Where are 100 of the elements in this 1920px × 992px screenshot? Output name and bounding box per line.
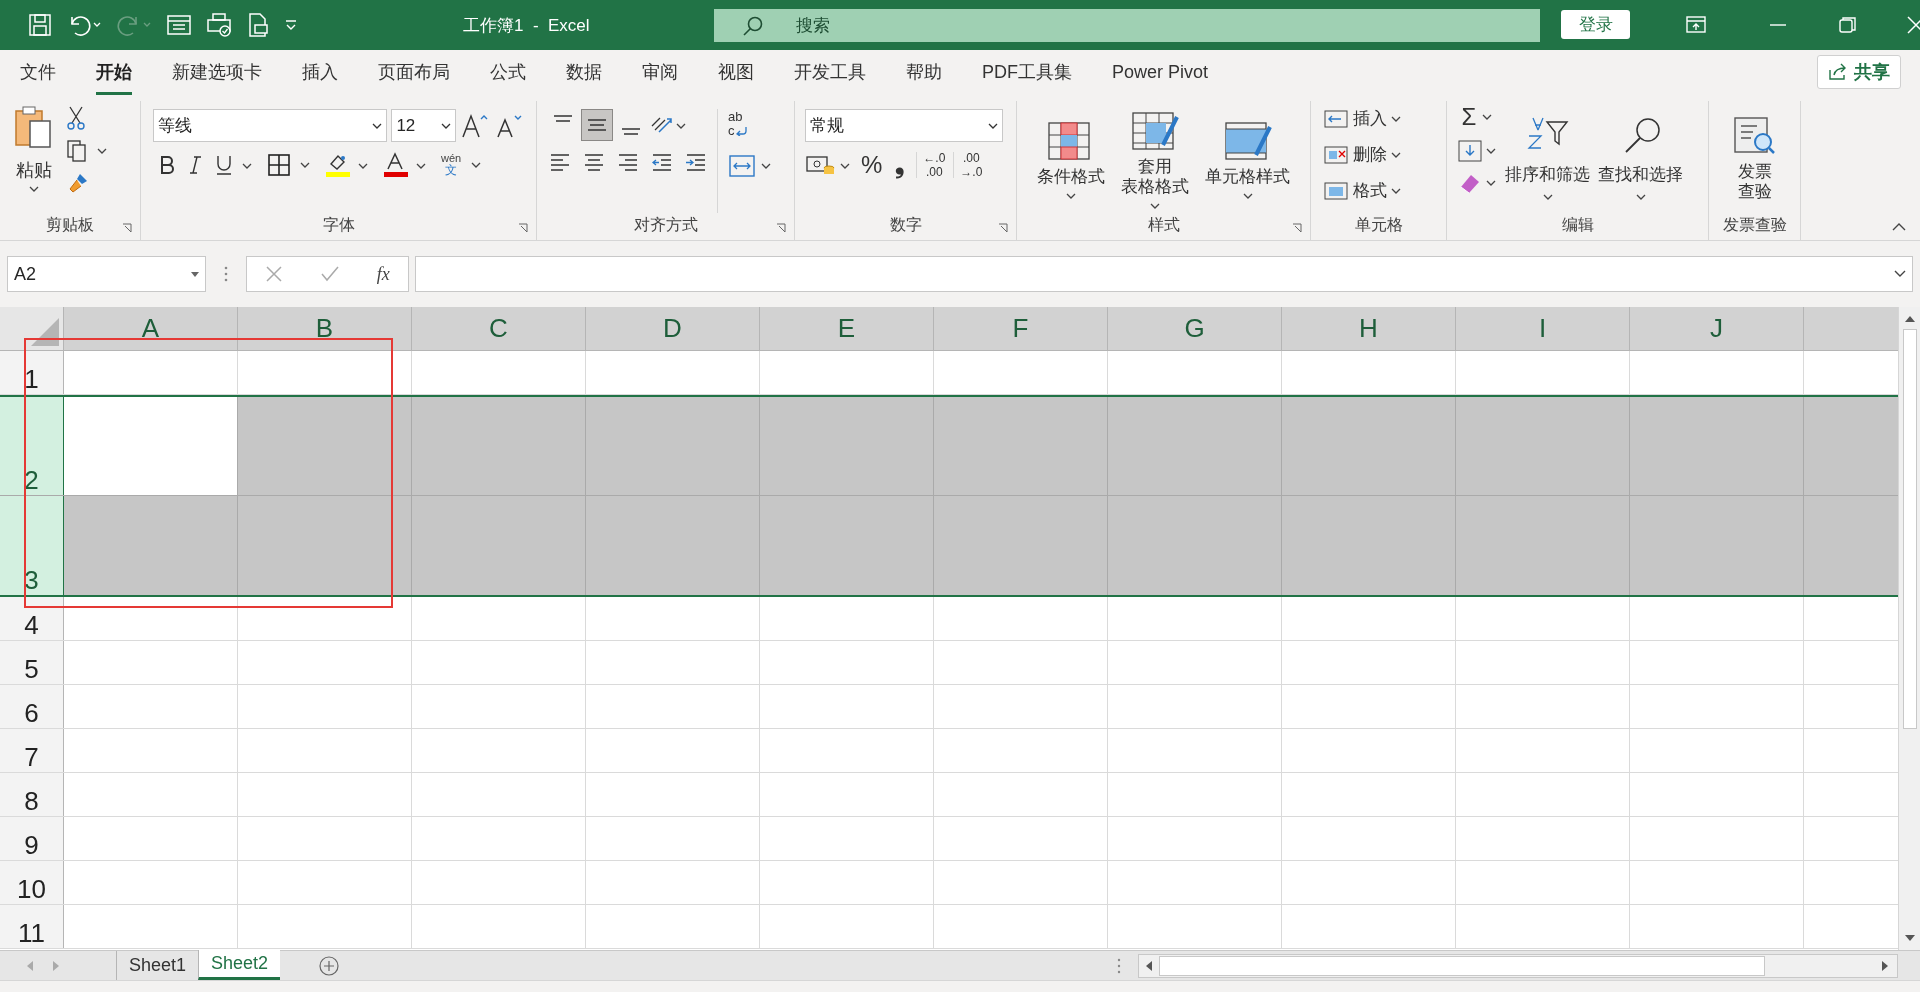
ribbon-tab[interactable]: PDF工具集 bbox=[982, 50, 1072, 95]
ribbon-tab[interactable]: Power Pivot bbox=[1112, 50, 1209, 95]
styles-button[interactable]: 条件格式 bbox=[1037, 107, 1105, 213]
cell[interactable] bbox=[1804, 496, 1898, 595]
increase-indent-icon[interactable] bbox=[685, 151, 707, 173]
document-icon[interactable] bbox=[246, 12, 270, 38]
cell[interactable] bbox=[934, 496, 1108, 595]
phonetic-guide-button[interactable]: wén 文 bbox=[441, 152, 482, 178]
column-header[interactable]: C bbox=[412, 307, 586, 350]
ribbon-tab[interactable]: 新建选项卡 bbox=[172, 50, 262, 95]
increase-decimal-button[interactable]: ←.0 .00 bbox=[916, 152, 946, 178]
dialog-launcher-icon[interactable] bbox=[998, 223, 1008, 233]
dialog-launcher-icon[interactable] bbox=[776, 223, 786, 233]
row-header[interactable]: 11 bbox=[0, 905, 64, 948]
cell[interactable] bbox=[586, 397, 760, 495]
font-name-field[interactable]: 等线 bbox=[153, 109, 388, 142]
vertical-align-button[interactable] bbox=[581, 109, 613, 141]
cell[interactable] bbox=[412, 397, 586, 495]
dialog-launcher-icon[interactable] bbox=[122, 223, 132, 233]
column-header[interactable]: B bbox=[238, 307, 412, 350]
dropdown-icon[interactable] bbox=[284, 19, 298, 31]
paste-button[interactable]: 粘贴 bbox=[8, 101, 60, 192]
align-center-icon[interactable] bbox=[583, 151, 605, 173]
formula-input[interactable] bbox=[415, 256, 1913, 292]
dialog-launcher-icon[interactable] bbox=[1292, 223, 1302, 233]
ribbon-tab[interactable]: 视图 bbox=[718, 50, 754, 95]
cells-button[interactable]: 格式 bbox=[1323, 175, 1434, 207]
dialog-launcher-icon[interactable] bbox=[518, 223, 528, 233]
scroll-left-icon[interactable] bbox=[1145, 960, 1153, 971]
ribbon-tab[interactable]: 插入 bbox=[302, 50, 338, 95]
number-format-field[interactable]: 常规 bbox=[805, 109, 1003, 142]
scroll-down-icon[interactable] bbox=[1904, 934, 1915, 942]
vertical-scrollbar[interactable] bbox=[1898, 307, 1920, 950]
cell[interactable] bbox=[1630, 397, 1804, 495]
previous-sheet-icon[interactable] bbox=[26, 960, 34, 971]
column-header[interactable] bbox=[1804, 307, 1898, 350]
editing-button[interactable]: 排序和筛选 bbox=[1505, 103, 1590, 213]
row-header[interactable]: 9 bbox=[0, 817, 64, 860]
share-button[interactable]: 共享 bbox=[1817, 55, 1901, 89]
ribbon-tab[interactable]: 审阅 bbox=[642, 50, 678, 95]
cell[interactable] bbox=[64, 496, 238, 595]
wrap-text-button[interactable]: ab c bbox=[728, 109, 756, 139]
check-icon[interactable] bbox=[320, 265, 340, 283]
cell[interactable] bbox=[934, 397, 1108, 495]
column-header[interactable]: H bbox=[1282, 307, 1456, 350]
ribbon-tab[interactable]: 数据 bbox=[566, 50, 602, 95]
sign-in-button[interactable]: 登录 bbox=[1561, 10, 1630, 39]
font-size-field[interactable]: 12 bbox=[391, 109, 456, 142]
styles-button[interactable]: 套用 表格格式 bbox=[1121, 107, 1189, 213]
column-header[interactable]: I bbox=[1456, 307, 1630, 350]
cell[interactable] bbox=[238, 496, 412, 595]
cell[interactable] bbox=[586, 496, 760, 595]
ribbon-tab[interactable]: 公式 bbox=[490, 50, 526, 95]
insert-function-button[interactable]: fx bbox=[376, 260, 390, 288]
cells-button[interactable]: 插入 bbox=[1323, 103, 1434, 135]
scroll-up-icon[interactable] bbox=[1904, 315, 1915, 323]
add-sheet-icon[interactable] bbox=[318, 954, 341, 977]
styles-button[interactable]: 单元格样式 bbox=[1205, 107, 1290, 213]
row-header[interactable]: 4 bbox=[0, 597, 64, 640]
row-header[interactable]: 10 bbox=[0, 861, 64, 904]
row-header[interactable]: 1 bbox=[0, 351, 64, 394]
row-header[interactable]: 5 bbox=[0, 641, 64, 684]
column-header[interactable]: A bbox=[64, 307, 238, 350]
cell[interactable] bbox=[1804, 397, 1898, 495]
printer-icon[interactable] bbox=[206, 12, 232, 38]
ribbon-tab[interactable]: 帮助 bbox=[906, 50, 942, 95]
cell[interactable] bbox=[238, 397, 412, 495]
splitter-icon[interactable] bbox=[1116, 957, 1122, 974]
cell[interactable] bbox=[760, 496, 934, 595]
row-header[interactable]: 6 bbox=[0, 685, 64, 728]
form-icon[interactable] bbox=[166, 13, 192, 37]
ribbon-tab[interactable]: 文件 bbox=[20, 50, 56, 95]
cell[interactable] bbox=[412, 496, 586, 595]
row-header[interactable]: 7 bbox=[0, 729, 64, 772]
decrease-decimal-button[interactable]: .00 →.0 bbox=[953, 152, 983, 178]
collapse-ribbon-icon[interactable] bbox=[1892, 222, 1906, 232]
row-header[interactable]: 2 bbox=[0, 397, 64, 495]
decrease-indent-icon[interactable] bbox=[651, 151, 673, 173]
editing-button[interactable]: 查找和选择 bbox=[1598, 103, 1683, 213]
comma-style-button[interactable]: ❟ bbox=[890, 153, 909, 177]
search-field[interactable]: 搜索 bbox=[714, 9, 1540, 42]
cell[interactable] bbox=[1108, 397, 1282, 495]
horizontal-scrollbar[interactable] bbox=[1138, 953, 1898, 978]
autosum-button[interactable]: Σ bbox=[1457, 103, 1497, 131]
cell[interactable] bbox=[760, 397, 934, 495]
column-header[interactable]: E bbox=[760, 307, 934, 350]
fill-down-icon[interactable] bbox=[1457, 139, 1497, 163]
save-icon[interactable] bbox=[28, 13, 52, 37]
ribbon-tab[interactable]: 开发工具 bbox=[794, 50, 866, 95]
cancel-icon[interactable] bbox=[265, 265, 284, 283]
cell[interactable] bbox=[1630, 496, 1804, 595]
percent-style-button[interactable]: % bbox=[861, 153, 883, 177]
align-left-icon[interactable] bbox=[549, 151, 571, 173]
redo-icon[interactable] bbox=[116, 13, 152, 37]
next-sheet-icon[interactable] bbox=[52, 960, 60, 971]
bold-icon[interactable] bbox=[159, 155, 175, 175]
cell[interactable] bbox=[1108, 496, 1282, 595]
cell[interactable] bbox=[1282, 496, 1456, 595]
invoice-check-button[interactable]: 发票 查验 bbox=[1732, 105, 1777, 213]
column-header[interactable]: J bbox=[1630, 307, 1804, 350]
